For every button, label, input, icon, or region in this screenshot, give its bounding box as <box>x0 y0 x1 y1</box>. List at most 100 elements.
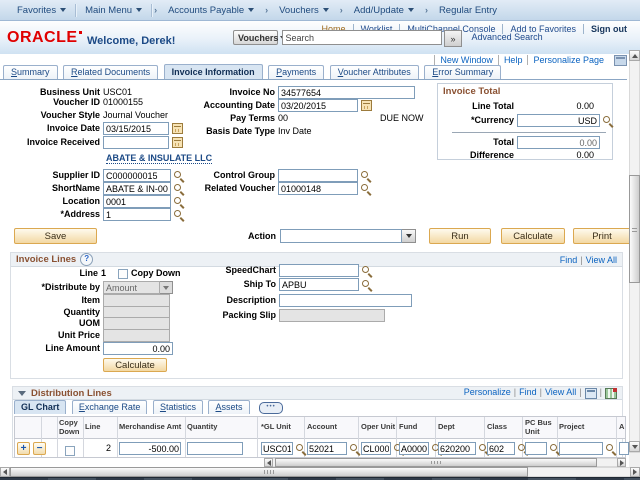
tab-summary[interactable]: Summary <box>3 65 58 79</box>
lookup-icon[interactable] <box>602 115 613 126</box>
distribute-by-value: Amount <box>103 281 160 294</box>
tab-error-summary[interactable]: Error Summary <box>424 65 501 79</box>
line-calculate-button[interactable]: Calculate <box>103 358 167 372</box>
breadcrumb-main-menu[interactable]: Main Menu <box>76 5 151 16</box>
search-scope-dropdown[interactable]: Vouchers <box>233 30 278 45</box>
row-copy-down-checkbox[interactable] <box>65 446 75 456</box>
scroll-right-button[interactable] <box>630 467 640 477</box>
breadcrumb-add-update[interactable]: Add/Update <box>345 5 423 16</box>
invoice-date-input[interactable] <box>103 122 169 135</box>
control-group-input[interactable] <box>278 169 358 182</box>
total-input[interactable] <box>517 136 600 149</box>
description-input[interactable] <box>279 294 412 307</box>
breadcrumb-regular-entry: Regular Entry <box>430 5 506 16</box>
save-button[interactable]: Save <box>14 228 97 244</box>
account-input[interactable] <box>307 442 347 455</box>
scroll-down-button[interactable] <box>629 441 640 452</box>
search-input[interactable] <box>282 30 442 45</box>
tab-invoice-information[interactable]: Invoice Information <box>164 64 263 79</box>
lookup-icon[interactable] <box>360 170 371 181</box>
download-to-excel-icon[interactable] <box>605 388 617 399</box>
tab-assets[interactable]: Assets <box>208 400 249 414</box>
copy-down-checkbox[interactable] <box>118 269 128 279</box>
sign-out-link[interactable]: Sign out <box>584 24 634 34</box>
zoom-grid-icon[interactable] <box>585 388 597 399</box>
personalize-link[interactable]: Personalize <box>464 387 511 397</box>
invoice-received-label: Invoice Received <box>0 136 100 149</box>
calendar-icon[interactable] <box>172 137 183 148</box>
lookup-icon[interactable] <box>173 196 184 207</box>
run-button[interactable]: Run <box>429 228 491 244</box>
difference-value: 0.00 <box>517 149 594 162</box>
currency-input[interactable] <box>517 114 600 127</box>
fund-input[interactable] <box>399 442 429 455</box>
calendar-icon[interactable] <box>361 100 372 111</box>
find-link[interactable]: Find <box>560 255 578 265</box>
print-button[interactable]: Print <box>573 228 631 244</box>
scroll-left-button[interactable] <box>264 458 273 467</box>
gl-unit-input[interactable] <box>261 442 293 455</box>
action-select[interactable] <box>280 229 416 243</box>
delete-row-button[interactable]: − <box>33 442 46 455</box>
find-link[interactable]: Find <box>519 387 537 397</box>
tab-payments[interactable]: Payments <box>268 65 324 79</box>
lookup-icon[interactable] <box>605 443 616 454</box>
tab-gl-chart[interactable]: GL Chart <box>14 400 66 414</box>
lookup-icon[interactable] <box>361 265 372 276</box>
page-scrollbar-thumb[interactable] <box>10 467 528 477</box>
grid-scrollbar-thumb[interactable] <box>275 458 597 467</box>
shortname-input[interactable] <box>103 182 171 195</box>
location-input[interactable] <box>103 195 171 208</box>
oper-unit-input[interactable] <box>361 442 391 455</box>
clipped-input[interactable] <box>619 442 629 455</box>
address-input[interactable] <box>103 208 171 221</box>
vertical-scrollbar-thumb[interactable] <box>629 175 640 283</box>
lookup-icon[interactable] <box>295 443 306 454</box>
location-label: Location <box>0 195 100 208</box>
view-all-link[interactable]: View All <box>545 387 576 397</box>
distribute-by-select[interactable]: Amount <box>103 281 173 294</box>
accounting-date-input[interactable] <box>278 99 358 112</box>
view-all-link[interactable]: View All <box>586 255 617 265</box>
breadcrumb-favorites[interactable]: Favorites <box>8 5 75 16</box>
supplier-id-input[interactable] <box>103 169 171 182</box>
breadcrumb-accounts-payable[interactable]: Accounts Payable <box>159 5 263 16</box>
supplier-name-link[interactable]: ABATE & INSULATE LLC <box>106 153 212 164</box>
help-icon[interactable]: ? <box>80 253 93 266</box>
calculate-button[interactable]: Calculate <box>501 228 565 244</box>
scroll-right-button[interactable] <box>617 458 626 467</box>
class-input[interactable] <box>487 442 515 455</box>
show-all-columns-icon[interactable]: ••• <box>259 402 283 414</box>
breadcrumb-separator <box>263 5 270 15</box>
ship-to-input[interactable] <box>279 278 359 291</box>
lookup-icon[interactable] <box>349 443 360 454</box>
difference-label: Difference <box>438 149 514 162</box>
collapse-section-icon[interactable] <box>18 391 26 396</box>
grid-header: Copy Down Line Merchandise Amt Quantity … <box>15 417 625 439</box>
lookup-icon[interactable] <box>360 183 371 194</box>
related-voucher-input[interactable] <box>278 182 358 195</box>
add-row-button[interactable]: + <box>17 442 30 455</box>
tab-voucher-attributes[interactable]: Voucher Attributes <box>330 65 419 79</box>
tab-exchange-rate[interactable]: Exchange Rate <box>72 400 148 414</box>
speedchart-input[interactable] <box>279 264 359 277</box>
line-amount-input[interactable] <box>103 342 173 355</box>
invoice-received-input[interactable] <box>103 136 169 149</box>
pc-bus-unit-input[interactable] <box>525 442 547 455</box>
merchandise-amt-input[interactable] <box>119 442 181 455</box>
tab-statistics[interactable]: Statistics <box>153 400 203 414</box>
invoice-no-input[interactable] <box>278 86 415 99</box>
scroll-left-button[interactable] <box>0 467 10 477</box>
tab-related-documents[interactable]: Related Documents <box>63 65 158 79</box>
unit-price-input <box>103 329 170 342</box>
quantity-grid-input[interactable] <box>187 442 243 455</box>
lookup-icon[interactable] <box>173 209 184 220</box>
advanced-search-link[interactable]: Advanced Search <box>472 32 543 42</box>
project-input[interactable] <box>559 442 603 455</box>
dept-input[interactable] <box>438 442 476 455</box>
search-submit-button[interactable] <box>444 30 462 47</box>
scroll-up-button[interactable] <box>629 50 640 61</box>
lookup-icon[interactable] <box>361 279 372 290</box>
breadcrumb-vouchers[interactable]: Vouchers <box>270 5 338 16</box>
chevron-down-icon[interactable] <box>402 229 416 243</box>
